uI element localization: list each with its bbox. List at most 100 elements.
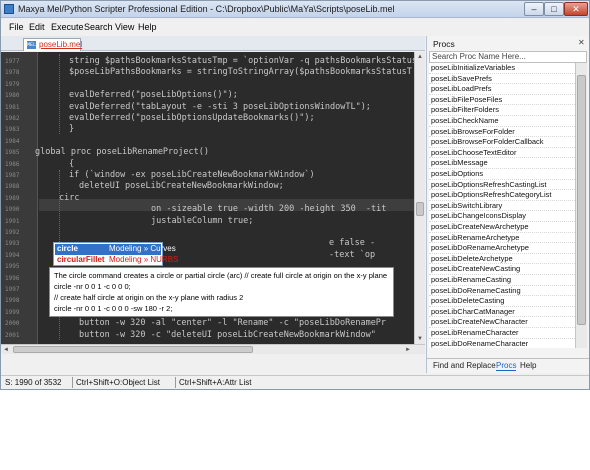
app-icon [4, 4, 14, 14]
menu-execute[interactable]: Execute [51, 22, 84, 32]
line-number: 1989 [5, 194, 20, 202]
menu-help[interactable]: Help [138, 22, 157, 32]
menu-search[interactable]: Search [84, 22, 113, 32]
proc-list-item[interactable]: poseLibOptionsRefreshCategoryList [429, 190, 575, 201]
help-line: circle -nr 0 0 1 -c 0 0 0 -sw 180 -r 2; [54, 304, 173, 313]
menu-view[interactable]: View [115, 22, 134, 32]
maximize-button[interactable]: □ [544, 2, 564, 16]
minimize-button[interactable]: – [524, 2, 544, 16]
indent-guide [59, 54, 60, 134]
editor-horizontal-scrollbar[interactable]: ◄ ► [1, 344, 425, 354]
proc-list-item[interactable]: poseLibCreateNewArchetype [429, 222, 575, 233]
proc-list-item[interactable]: poseLibChangeIconsDisplay [429, 211, 575, 222]
proc-list-item[interactable]: poseLibDeleteCasting [429, 296, 575, 307]
line-number: 1998 [5, 297, 20, 305]
proc-list-item[interactable]: poseLibChooseTextEditor [429, 148, 575, 159]
proc-list-item[interactable]: poseLibFilterFolders [429, 105, 575, 116]
code-line: circ [59, 192, 80, 203]
autocomplete-list[interactable]: circle Modeling » Curves circularFillet … [53, 242, 178, 266]
line-number: 1988 [5, 183, 20, 191]
proc-list-item[interactable]: poseLibSavePrefs [429, 74, 575, 85]
proc-list-item[interactable]: poseLibDoRenameArchetype [429, 243, 575, 254]
proc-list-item[interactable]: poseLibBrowseForFolderCallback [429, 137, 575, 148]
line-number-gutter: 1977 1978 1979 1980 1981 1982 1983 1984 1985 1986… [1, 52, 38, 344]
status-position: S: 1990 of 3532 [5, 378, 62, 387]
tab-find-and-replace[interactable]: Find and Replace [433, 361, 496, 370]
autocomplete-item-category: Modeling » NURBS [109, 255, 179, 264]
status-separator [72, 377, 73, 388]
proc-list-item[interactable]: poseLibBrowseForFolder [429, 127, 575, 138]
autocomplete-item-name: circle [57, 244, 78, 253]
proc-list[interactable]: poseLibInitializeVariables poseLibSavePre… [429, 63, 575, 348]
scroll-thumb[interactable] [13, 346, 253, 353]
code-line: evalDeferred("poseLibOptionsUpdateBookma… [69, 113, 315, 123]
code-line: e false - [329, 238, 376, 249]
proc-list-item[interactable]: poseLibRenameArchetype [429, 233, 575, 244]
scroll-up-icon[interactable]: ▲ [415, 52, 425, 62]
proc-list-item[interactable]: poseLibInitializeVariables [429, 63, 575, 74]
tab-help[interactable]: Help [520, 361, 536, 370]
menu-edit[interactable]: Edit [29, 22, 45, 32]
proc-list-item[interactable]: poseLibLoadPrefs [429, 84, 575, 95]
proc-list-item[interactable]: poseLibFilePoseFiles [429, 95, 575, 106]
proc-list-item[interactable]: poseLibOptionsRefreshCastingList [429, 180, 575, 191]
app-window: Maxya Mel/Python Scripter Professional E… [0, 0, 590, 390]
line-number: 1981 [5, 103, 20, 111]
scroll-down-icon[interactable]: ▼ [415, 334, 425, 344]
autocomplete-item[interactable]: circularFillet Modeling » NURBS [55, 255, 178, 266]
line-number: 1980 [5, 92, 20, 100]
file-tab-bar: MEL poseLib.mel [1, 36, 425, 51]
line-number: 1993 [5, 240, 20, 248]
scroll-thumb[interactable] [577, 75, 586, 325]
editor-vertical-scrollbar[interactable]: ▲ ▼ [414, 52, 425, 344]
code-line: { [69, 158, 75, 169]
code-line: string $pathsBookmarksStatusTmp = `optio… [69, 56, 414, 66]
scroll-left-icon[interactable]: ◄ [1, 345, 11, 355]
title-bar: Maxya Mel/Python Scripter Professional E… [1, 1, 589, 18]
code-line: evalDeferred("poseLibOptions()"); [69, 90, 238, 101]
line-number: 1996 [5, 274, 20, 282]
file-tab[interactable]: MEL poseLib.mel [23, 38, 83, 51]
scroll-right-icon[interactable]: ► [403, 345, 413, 355]
proc-list-item[interactable]: poseLibSwitchLibrary [429, 201, 575, 212]
proc-list-item[interactable]: poseLibMessage [429, 158, 575, 169]
proc-search-input[interactable]: Search Proc Name Here... [429, 51, 587, 63]
code-line: deleteUI poseLibCreateNewBookmarkWindow; [79, 181, 284, 192]
proc-list-item[interactable]: poseLibDoRenameCharacter [429, 339, 575, 348]
line-number: 1978 [5, 69, 20, 77]
code-line: $poseLibPathsBookmarks = stringToStringA… [69, 67, 412, 78]
menu-bar: File Edit Execute Search View Help [1, 19, 589, 35]
line-number: 1992 [5, 229, 20, 236]
close-button[interactable]: ✕ [564, 2, 588, 16]
line-number: 1995 [5, 263, 20, 271]
tab-procs[interactable]: Procs [496, 361, 517, 371]
line-number: 1979 [5, 80, 20, 88]
line-number: 1984 [5, 137, 20, 145]
help-line: The circle command creates a circle or p… [54, 271, 388, 280]
line-number: 1986 [5, 160, 20, 168]
proc-list-item[interactable]: poseLibCreateNewCharacter [429, 317, 575, 328]
proc-list-item[interactable]: poseLibDeleteArchetype [429, 254, 575, 265]
proc-list-item[interactable]: poseLibCharCatManager [429, 307, 575, 318]
close-icon[interactable]: ✕ [578, 38, 585, 47]
code-line: justableColumn true; [151, 215, 254, 226]
proc-list-item[interactable]: poseLibOptions [429, 169, 575, 180]
proc-list-item[interactable]: poseLibDoRenameCasting [429, 286, 575, 297]
autocomplete-item[interactable]: circle Modeling » Curves [55, 244, 176, 255]
procs-panel: Procs ✕ Search Proc Name Here... poseLib… [426, 36, 589, 373]
line-number: 1994 [5, 251, 20, 259]
line-number: 1990 [5, 206, 20, 214]
file-tab-label: poseLib.mel [39, 40, 83, 49]
proc-list-item[interactable]: poseLibRenameCasting [429, 275, 575, 286]
status-hint-object-list: Ctrl+Shift+O:Object List [76, 378, 161, 387]
code-line: global proc poseLibRenameProject() [35, 147, 209, 158]
proc-list-scrollbar[interactable] [575, 63, 587, 348]
code-line: evalDeferred("tabLayout -e -sti 3 poseLi… [69, 101, 371, 112]
menu-file[interactable]: File [9, 22, 24, 32]
code-line: button -w 320 -c "deleteUI poseLibCreate… [79, 329, 376, 340]
status-separator [175, 377, 176, 388]
proc-list-item[interactable]: poseLibCreateNewCasting [429, 264, 575, 275]
proc-list-item[interactable]: poseLibCheckName [429, 116, 575, 127]
scroll-thumb[interactable] [416, 202, 424, 216]
proc-list-item[interactable]: poseLibRenameCharacter [429, 328, 575, 339]
